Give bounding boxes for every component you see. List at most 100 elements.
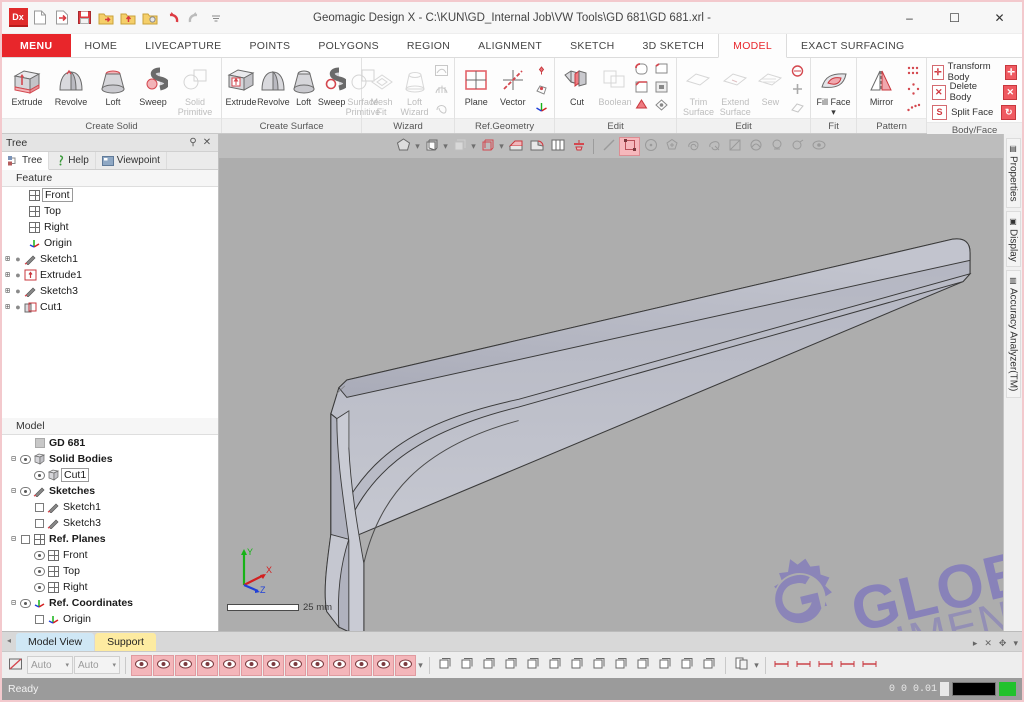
chevron-right-icon[interactable]: ▸ — [973, 638, 978, 649]
feature-tree-row[interactable]: Front — [2, 187, 218, 203]
import-folder-button[interactable] — [118, 8, 138, 28]
view-tab-model-view[interactable]: Model View — [16, 633, 95, 651]
scroll-tabs-left-button[interactable]: ◂ — [2, 631, 16, 651]
select-circle-button[interactable] — [640, 137, 661, 156]
model-tree-row[interactable]: Sketch1 — [2, 499, 218, 515]
tab-sketch[interactable]: SKETCH — [556, 34, 628, 57]
view-right-button[interactable] — [633, 655, 654, 676]
delete-body-row[interactable]: ✕ Delete Body ✕ — [930, 81, 1019, 103]
show-color-mesh-button[interactable] — [153, 654, 174, 676]
view-back-button[interactable] — [501, 655, 522, 676]
shell-button[interactable] — [634, 80, 653, 97]
feature-tree-row[interactable]: Origin — [2, 235, 218, 251]
customize-qat-button[interactable] — [206, 8, 226, 28]
feature-tree-row[interactable]: ⊞ ● Sketch1 — [2, 251, 218, 267]
view-zoom-fit-button[interactable] — [677, 655, 698, 676]
select-visible-button[interactable] — [766, 137, 787, 156]
section-view-button[interactable] — [505, 137, 526, 156]
tab-3d-sketch[interactable]: 3D SKETCH — [629, 34, 719, 57]
show-more-dropdown[interactable]: ▾ — [417, 660, 424, 671]
model-tree-row[interactable]: ⊟ Ref. Coordinates — [2, 595, 218, 611]
feature-tree-row[interactable]: ⊞ ● Extrude1 — [2, 267, 218, 283]
maximize-button[interactable]: ☐ — [932, 2, 977, 34]
import-button[interactable] — [52, 8, 72, 28]
view-plane-button[interactable] — [655, 655, 676, 676]
show-coordinate-button[interactable] — [373, 654, 394, 676]
view-iso1-button[interactable] — [545, 655, 566, 676]
model-tree-row[interactable]: Cut1 — [2, 467, 218, 483]
visibility-toggle-icon[interactable] — [34, 582, 45, 592]
view-textured-button[interactable] — [457, 655, 478, 676]
feature-tree-row[interactable]: ⊞ ● Cut1 — [2, 299, 218, 315]
ref-coordinate-button[interactable] — [531, 98, 551, 115]
silhouette-button[interactable] — [449, 137, 470, 156]
mesh-buildup-button[interactable] — [431, 80, 451, 97]
revolve-solid-button[interactable]: Revolve — [49, 60, 93, 107]
measure-angle-button[interactable] — [793, 655, 814, 676]
tab-polygons[interactable]: POLYGONS — [304, 34, 393, 57]
revolve-surface-button[interactable]: Revolve — [257, 60, 290, 107]
untrim-button[interactable] — [787, 98, 807, 115]
copy-view-dropdown[interactable]: ▾ — [753, 660, 760, 671]
collapse-icon[interactable]: ⊟ — [8, 598, 19, 608]
view-top-button[interactable] — [567, 655, 588, 676]
feature-tree-row[interactable]: ⊞ ● Sketch3 — [2, 283, 218, 299]
silhouette-dropdown[interactable]: ▾ — [470, 141, 477, 152]
expand-icon[interactable]: ⊞ — [2, 254, 13, 264]
export-folder-button[interactable] — [140, 8, 160, 28]
select-polygon-button[interactable] — [661, 137, 682, 156]
model-tree-row[interactable]: ⊟ Sketches — [2, 483, 218, 499]
sweep-surface-button[interactable]: Sweep — [318, 60, 346, 107]
new-document-button[interactable] — [30, 8, 50, 28]
split-face-row[interactable]: S Split Face ↻ — [930, 102, 1018, 122]
model-tree-row[interactable]: Top — [2, 563, 218, 579]
select-surface-button[interactable] — [724, 137, 745, 156]
feature-tree-row[interactable]: Top — [2, 203, 218, 219]
show-dimension-button[interactable] — [395, 654, 416, 676]
cut-button[interactable]: Cut — [558, 60, 596, 107]
ref-polyline-button[interactable] — [531, 80, 551, 97]
select-line-button[interactable] — [598, 137, 619, 156]
feature-tree[interactable]: Front Top Right Origin ⊞ ● Sketch1 ⊞ ● Extrude1 ⊞ ●… — [2, 187, 218, 418]
expand-icon[interactable]: ⊞ — [2, 270, 13, 280]
view-bottom-button[interactable] — [589, 655, 610, 676]
select-filter-button[interactable] — [787, 137, 808, 156]
sew-button[interactable]: Sew — [754, 60, 787, 107]
menu-button[interactable]: MENU — [2, 34, 71, 57]
model-tree-row[interactable]: ⊟ Ref. Planes — [2, 531, 218, 547]
view-front-button[interactable] — [479, 655, 500, 676]
tab-region[interactable]: REGION — [393, 34, 464, 57]
extrude-surface-button[interactable]: Extrude — [225, 60, 257, 107]
visibility-checkbox[interactable] — [35, 518, 44, 528]
loft-wizard-button[interactable]: Loft Wizard — [398, 60, 431, 117]
measure-distance-button[interactable] — [771, 655, 792, 676]
chevron-down-icon[interactable]: ▾ — [1013, 638, 1018, 649]
feature-tree-row[interactable]: Right — [2, 219, 218, 235]
show-curve-button[interactable] — [307, 654, 328, 676]
app-logo[interactable]: Dx — [8, 8, 28, 28]
show-3d-sketch-button[interactable] — [263, 654, 284, 676]
knit-button[interactable] — [787, 62, 807, 79]
wireframe-dropdown[interactable]: ▾ — [442, 141, 449, 152]
healing-wizard-button[interactable] — [431, 98, 451, 115]
loft-solid-button[interactable]: Loft — [93, 60, 133, 107]
view-rotate-button[interactable] — [523, 655, 544, 676]
model-tree-row[interactable]: ⊟ Solid Bodies — [2, 451, 218, 467]
tab-model[interactable]: MODEL — [718, 34, 787, 58]
tab-properties[interactable]: ▤ Properties — [1005, 138, 1021, 208]
visibility-toggle-icon[interactable] — [34, 550, 45, 560]
view-shaded-button[interactable] — [435, 655, 456, 676]
solid-primitive-button[interactable]: Solid Primitive — [173, 60, 217, 117]
expand-icon[interactable]: ⊞ — [2, 302, 13, 312]
delete-face-icon[interactable]: ✕ — [1003, 84, 1018, 100]
close-icon[interactable]: ✕ — [200, 137, 214, 148]
rotate-face-icon[interactable]: ↻ — [1001, 104, 1017, 120]
fillet-button[interactable] — [634, 62, 653, 79]
pin-view-button[interactable] — [568, 137, 589, 156]
select-filter-dropdown[interactable]: Auto ▾ — [27, 656, 73, 674]
model-tree-row[interactable]: Origin — [2, 611, 218, 627]
view-tab-support[interactable]: Support — [95, 633, 156, 651]
display-mode-dropdown[interactable]: Auto ▾ — [74, 656, 120, 674]
select-eye-button[interactable] — [808, 137, 829, 156]
select-rectangle-button[interactable] — [619, 136, 640, 156]
